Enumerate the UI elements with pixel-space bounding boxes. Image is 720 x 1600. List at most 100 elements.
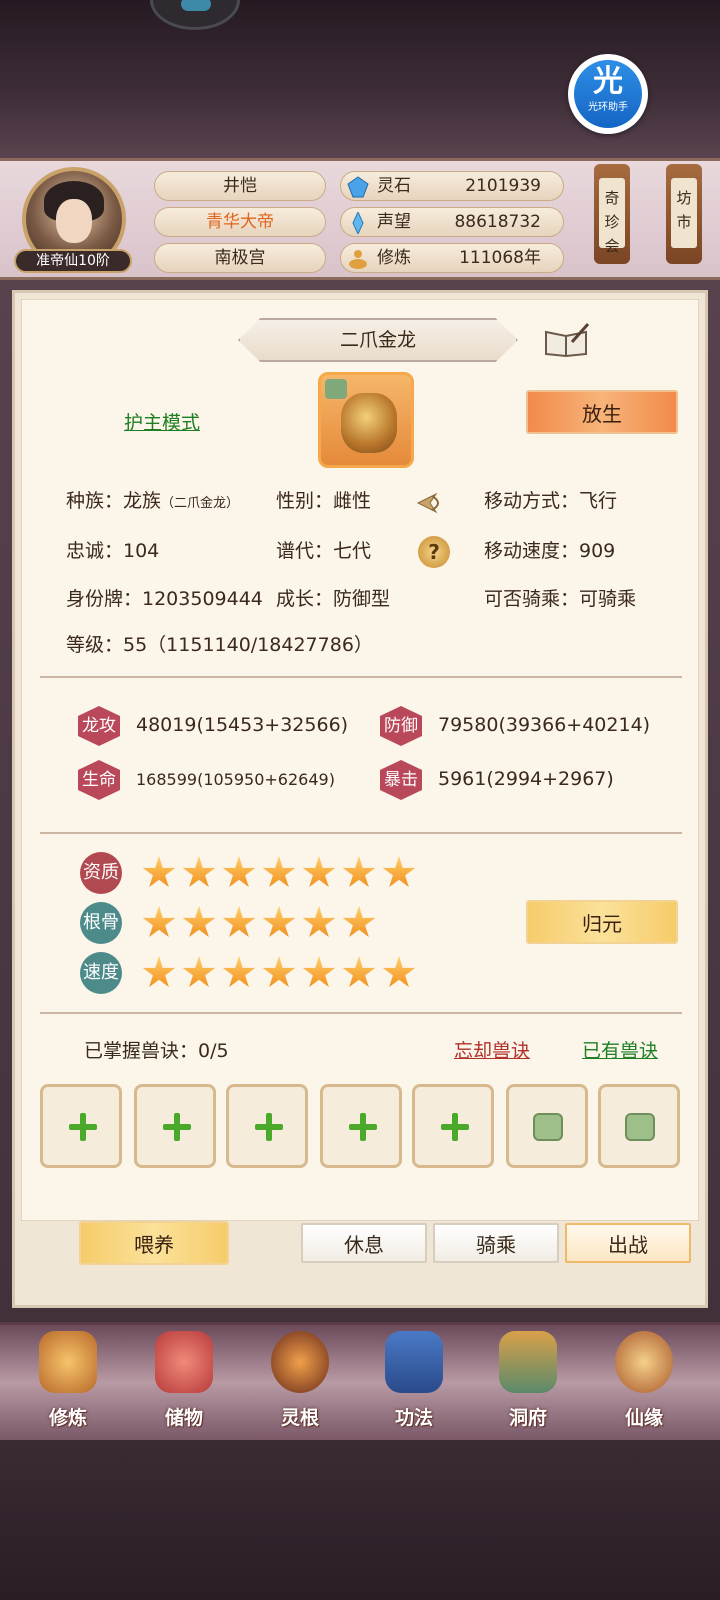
pet-generation: 谱代：七代 bbox=[276, 540, 372, 562]
stat-badge-life: 生命 bbox=[78, 760, 120, 800]
plus-icon bbox=[441, 1113, 469, 1141]
star-icon bbox=[182, 856, 216, 887]
nav-spirit-root[interactable]: 灵根 bbox=[250, 1331, 350, 1437]
bag-icon bbox=[155, 1331, 213, 1393]
pet-move-type: 移动方式：飞行 bbox=[484, 490, 618, 512]
pet-portrait[interactable] bbox=[318, 372, 414, 468]
lock-icon bbox=[325, 379, 347, 399]
pet-id-tag: 身份牌：1203509444 bbox=[66, 588, 263, 610]
plus-icon bbox=[163, 1113, 191, 1141]
star-icon bbox=[262, 956, 296, 987]
nav-storage[interactable]: 储物 bbox=[134, 1331, 234, 1437]
star-icon bbox=[342, 906, 376, 937]
star-icon bbox=[222, 856, 256, 887]
skill-slot-empty[interactable] bbox=[134, 1084, 216, 1168]
stat-badge-attack: 龙攻 bbox=[78, 706, 120, 746]
star-icon bbox=[382, 956, 416, 987]
divider bbox=[40, 1012, 682, 1014]
plus-icon bbox=[349, 1113, 377, 1141]
release-button[interactable]: 放生 bbox=[526, 390, 678, 434]
star-icon bbox=[262, 906, 296, 937]
bone-badge: 根骨 bbox=[80, 902, 122, 944]
skill-slot-empty[interactable] bbox=[226, 1084, 308, 1168]
resource-prestige: 声望 88618732 bbox=[340, 207, 564, 237]
pet-race: 种族：龙族（二爪金龙） bbox=[66, 490, 240, 512]
nav-technique[interactable]: 功法 bbox=[364, 1331, 464, 1437]
guiyuan-button[interactable]: 归元 bbox=[526, 900, 678, 944]
star-icon bbox=[222, 956, 256, 987]
spirit-stone-icon bbox=[347, 176, 369, 198]
star-icon bbox=[302, 906, 336, 937]
player-sect: 南极宫 bbox=[154, 243, 326, 273]
pet-info-card: 二爪金龙 护主模式 放生 种族：龙族（二爪金龙） 性别：雌性 移动方式：飞行 忠… bbox=[21, 299, 699, 1221]
nav-cultivate[interactable]: 修炼 bbox=[18, 1331, 118, 1437]
book-scroll-icon bbox=[385, 1331, 443, 1393]
prestige-icon bbox=[352, 212, 364, 234]
resource-spirit-stone: 灵石 2101939 bbox=[340, 171, 564, 201]
plus-icon bbox=[69, 1113, 97, 1141]
skill-count-label: 已掌握兽诀：0/5 bbox=[84, 1040, 229, 1062]
skill-slot-locked[interactable] bbox=[598, 1084, 680, 1168]
star-icon bbox=[302, 956, 336, 987]
star-icon bbox=[182, 906, 216, 937]
player-name: 井恺 bbox=[154, 171, 326, 201]
ride-button[interactable]: 骑乘 bbox=[433, 1223, 559, 1263]
skill-slot-empty[interactable] bbox=[320, 1084, 402, 1168]
bottom-nav: 修炼 储物 灵根 功法 洞府 仙缘 bbox=[0, 1322, 720, 1440]
star-icon bbox=[142, 956, 176, 987]
star-icon bbox=[342, 856, 376, 887]
market-scroll[interactable]: 坊市 bbox=[666, 164, 702, 264]
speed-stars bbox=[142, 956, 422, 992]
aptitude-stars bbox=[142, 856, 422, 892]
nav-fate[interactable]: 仙缘 bbox=[594, 1331, 694, 1437]
lock-icon bbox=[533, 1113, 563, 1141]
arrow-icon[interactable] bbox=[416, 488, 446, 518]
stat-attack-value: 48019(15453+32566) bbox=[136, 714, 349, 736]
pet-panel: 二爪金龙 护主模式 放生 种族：龙族（二爪金龙） 性别：雌性 移动方式：飞行 忠… bbox=[12, 290, 708, 1308]
bone-stars bbox=[142, 906, 382, 942]
stat-crit-value: 5961(2994+2967) bbox=[438, 768, 614, 790]
resource-cultivation: 修炼 111068年 bbox=[340, 243, 564, 273]
star-icon bbox=[142, 856, 176, 887]
aptitude-badge: 资质 bbox=[80, 852, 122, 894]
speed-badge: 速度 bbox=[80, 952, 122, 994]
stat-defense-value: 79580(39366+40214) bbox=[438, 714, 651, 736]
forget-skill-link[interactable]: 忘却兽诀 bbox=[454, 1036, 530, 1063]
divider bbox=[40, 832, 682, 834]
rest-button[interactable]: 休息 bbox=[301, 1223, 427, 1263]
skill-slot-locked[interactable] bbox=[506, 1084, 588, 1168]
pet-loyalty: 忠诚：104 bbox=[66, 540, 160, 562]
bottom-background bbox=[0, 1440, 720, 1600]
treasure-fair-scroll[interactable]: 奇珍会 bbox=[594, 164, 630, 264]
skill-slot-empty[interactable] bbox=[40, 1084, 122, 1168]
owned-skill-link[interactable]: 已有兽诀 bbox=[582, 1036, 658, 1063]
skill-slot-empty[interactable] bbox=[412, 1084, 494, 1168]
pet-title: 二爪金龙 bbox=[238, 318, 518, 362]
gourd-icon bbox=[615, 1331, 673, 1393]
star-icon bbox=[222, 906, 256, 937]
pet-gender: 性别：雌性 bbox=[276, 490, 372, 512]
star-icon bbox=[262, 856, 296, 887]
book-icon[interactable] bbox=[542, 322, 590, 358]
cultivate-icon bbox=[39, 1331, 97, 1393]
pet-move-speed: 移动速度：909 bbox=[484, 540, 616, 562]
battle-button[interactable]: 出战 bbox=[565, 1223, 691, 1263]
helper-floating-button[interactable]: 光 光环助手 bbox=[568, 54, 648, 134]
plus-icon bbox=[255, 1113, 283, 1141]
player-title: 青华大帝 bbox=[154, 207, 326, 237]
player-rank: 准帝仙10阶 bbox=[14, 249, 132, 273]
dragon-icon bbox=[341, 393, 397, 453]
lock-icon bbox=[625, 1113, 655, 1141]
star-icon bbox=[142, 906, 176, 937]
guard-mode-link[interactable]: 护主模式 bbox=[124, 408, 200, 435]
help-icon[interactable]: ? bbox=[418, 536, 450, 568]
divider bbox=[40, 676, 682, 678]
feed-button[interactable]: 喂养 bbox=[79, 1221, 229, 1265]
star-icon bbox=[382, 856, 416, 887]
nav-cave[interactable]: 洞府 bbox=[478, 1331, 578, 1437]
pet-level: 等级：55（1151140/18427786） bbox=[66, 634, 373, 656]
spirit-root-icon bbox=[271, 1331, 329, 1393]
star-icon bbox=[342, 956, 376, 987]
pet-growth: 成长：防御型 bbox=[276, 588, 391, 610]
star-icon bbox=[302, 856, 336, 887]
